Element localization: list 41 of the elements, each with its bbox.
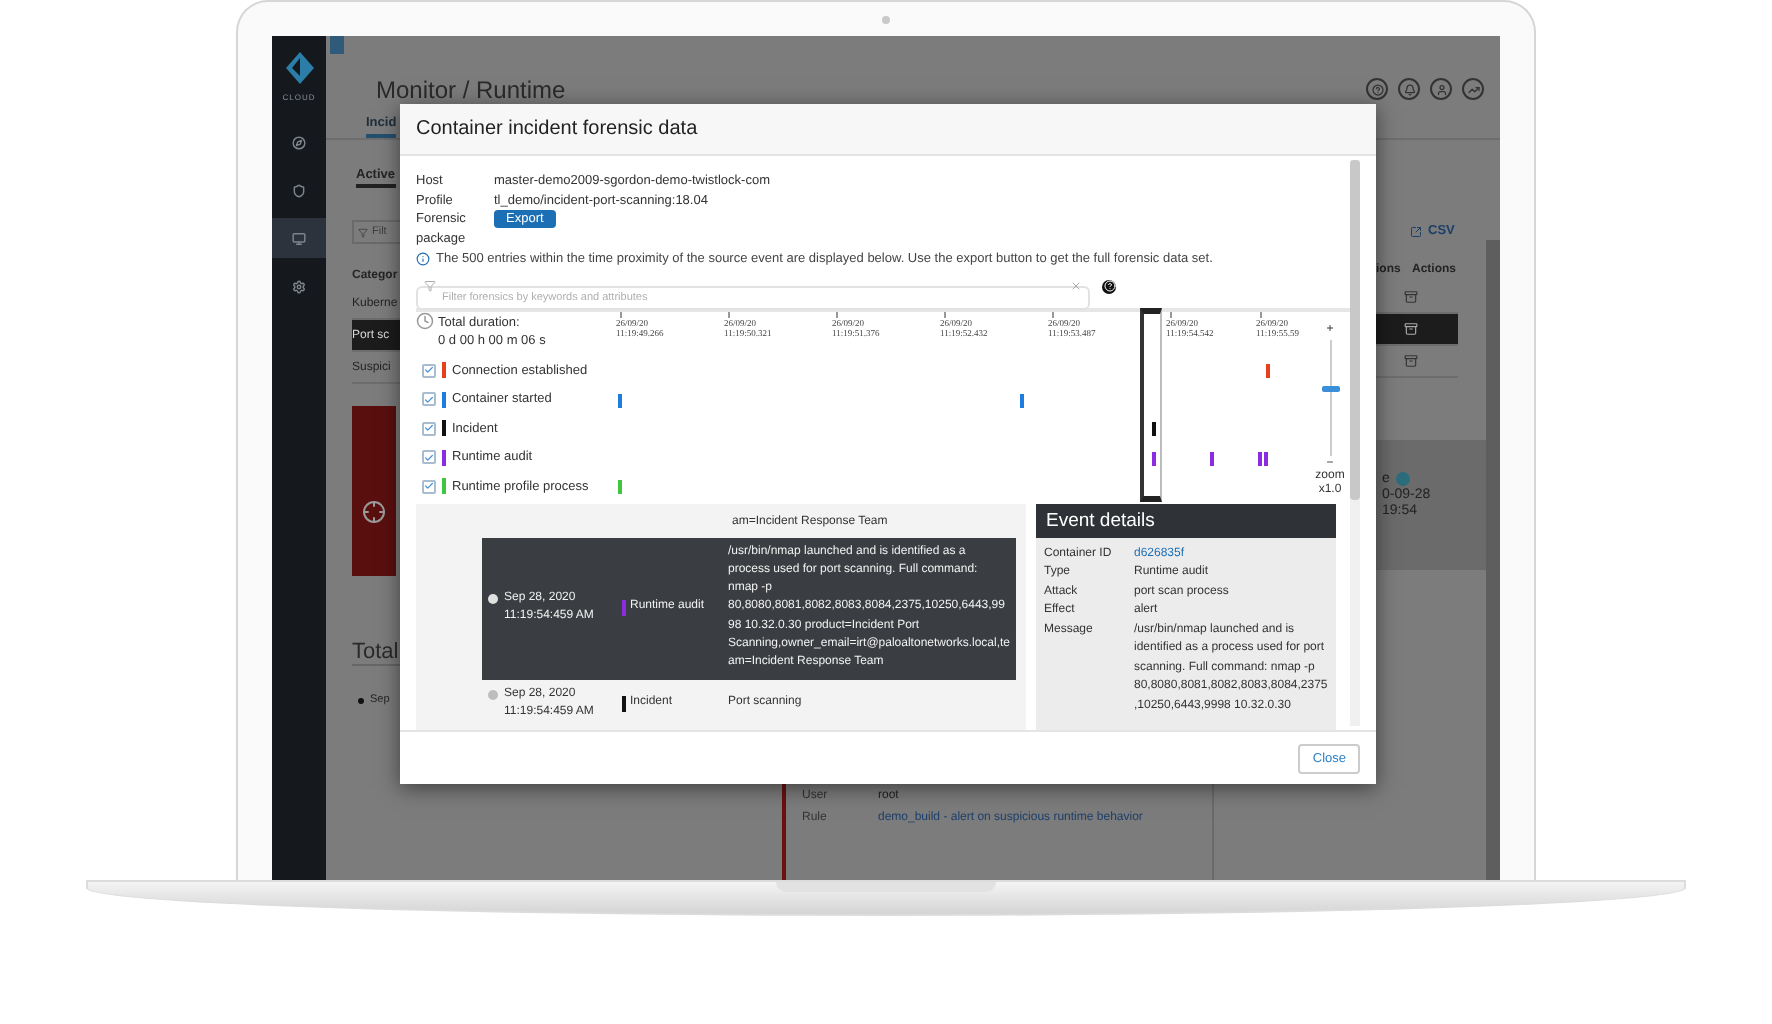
slider-thumb[interactable]: [1321, 385, 1339, 392]
help-icon: [1395, 472, 1410, 486]
event-mark[interactable]: [1152, 451, 1155, 465]
event-mark[interactable]: [1020, 393, 1023, 407]
clear-icon[interactable]: [1070, 280, 1082, 292]
user-icon[interactable]: [1430, 78, 1452, 100]
monitor-icon[interactable]: [292, 231, 306, 245]
archive-icon[interactable]: [1404, 354, 1418, 368]
filter-icon: [424, 280, 436, 292]
status-dot: [488, 593, 498, 604]
checkbox[interactable]: [422, 479, 436, 494]
logo-icon: [285, 52, 313, 84]
sidebar-toggle[interactable]: [330, 36, 344, 54]
shield-icon[interactable]: [292, 183, 306, 197]
chart-icon[interactable]: [1462, 78, 1484, 100]
bell-icon[interactable]: [1398, 78, 1420, 100]
bullet: [358, 697, 364, 703]
event-mark[interactable]: [1210, 451, 1213, 465]
clock-icon: [416, 312, 434, 330]
event-row[interactable]: [482, 537, 1016, 680]
checkbox[interactable]: [422, 392, 436, 407]
panel-title: Event details: [1036, 503, 1336, 537]
external-link-icon: [1410, 225, 1422, 237]
compass-icon[interactable]: [292, 135, 306, 149]
checkbox[interactable]: [422, 421, 436, 436]
dialog-title: Container incident forensic data: [400, 104, 1376, 156]
page-title: Monitor / Runtime: [376, 76, 566, 104]
filter-icon: [358, 227, 368, 237]
archive-icon[interactable]: [1404, 322, 1418, 336]
info-icon: [416, 252, 430, 266]
settings-icon[interactable]: [292, 279, 306, 293]
table-row[interactable]: [1376, 314, 1458, 346]
sidebar-item[interactable]: [272, 218, 326, 258]
time-window-bracket[interactable]: [1140, 308, 1162, 501]
checkbox[interactable]: [422, 363, 436, 378]
status-dot: [488, 689, 498, 700]
event-mark[interactable]: [618, 393, 621, 407]
camera-dot: [882, 15, 890, 23]
crosshair-icon: [362, 499, 386, 523]
checkbox[interactable]: [422, 450, 436, 465]
archive-icon[interactable]: [1404, 290, 1418, 304]
